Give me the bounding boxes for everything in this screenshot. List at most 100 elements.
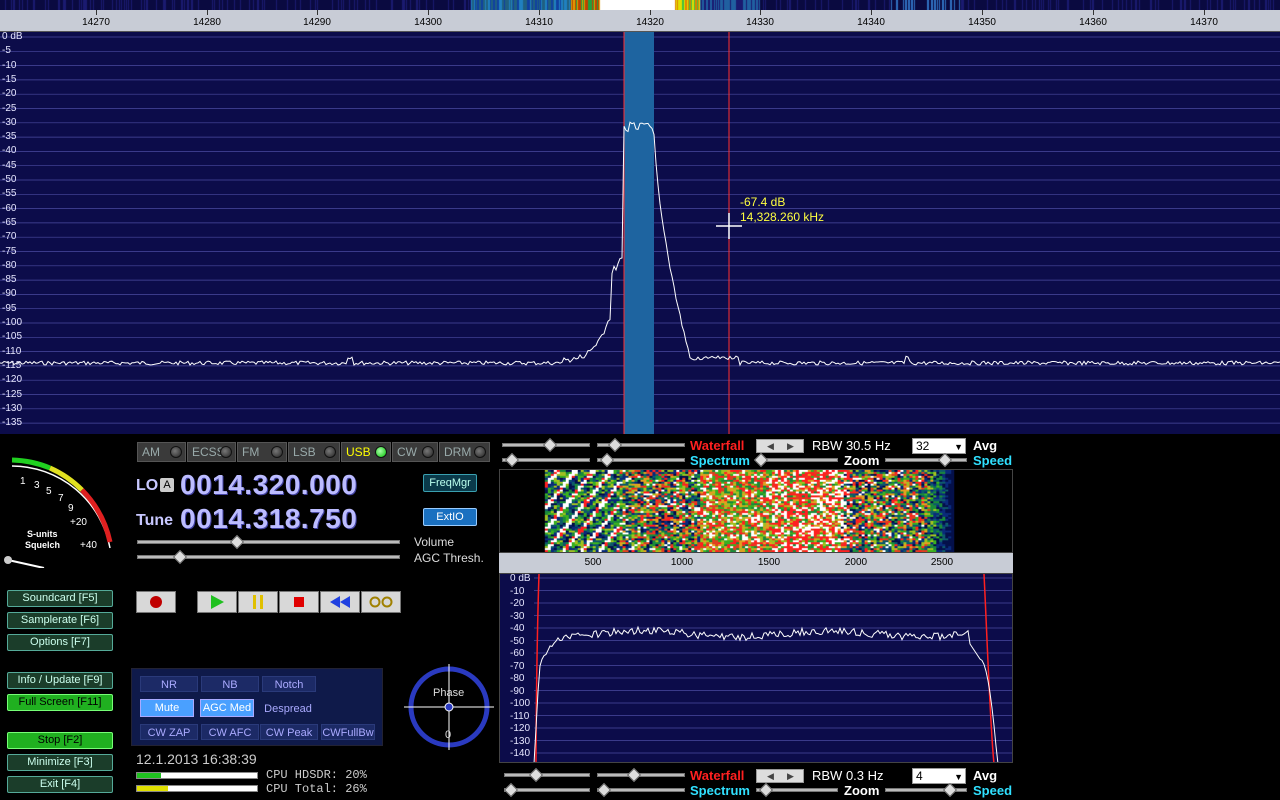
rf-spectrum-display[interactable]: 0 dB -5 -10 -15 -20 -25 -30 -35 -40 -45 -50 -55 -60 -… (0, 32, 1280, 434)
ruler-tick-label: 14320 (636, 17, 664, 28)
s-scale-3: 3 (34, 480, 40, 491)
audio-rbw-arrows[interactable]: ◀ ▶ (756, 769, 804, 783)
rf-speed-slider[interactable] (885, 452, 967, 468)
db-axis-label: -45 (2, 159, 17, 171)
full-screen-button[interactable]: Full Screen [F11] (7, 694, 113, 711)
db-axis-label: -70 (2, 231, 17, 243)
rf-avg-label: Avg (973, 438, 998, 453)
audio-axis-label: 1000 (670, 557, 694, 568)
rf-zoom-slider-left[interactable] (753, 452, 838, 468)
tune-frequency[interactable]: 0014.318.750 (180, 503, 357, 535)
ruler-tick-mark (650, 10, 651, 15)
lo-lock-badge[interactable]: A (160, 478, 174, 492)
rewind-button[interactable] (320, 591, 360, 613)
audio-waterfall-label: Waterfall (690, 768, 745, 783)
lo-label: LO (136, 477, 159, 494)
cw-peak-button[interactable]: CW Peak (260, 724, 318, 740)
db-axis-label: -55 (2, 188, 17, 200)
mode-button-drm[interactable]: DRM (439, 442, 490, 462)
cw-zap-button[interactable]: CW ZAP (140, 724, 198, 740)
audio-avg-select[interactable]: 4 ▼ (912, 768, 966, 784)
mode-button-ecss[interactable]: ECSS (187, 442, 236, 462)
audio-spectrum-contrast-slider[interactable] (503, 782, 590, 798)
audio-spectrum-brightness-slider[interactable] (596, 782, 685, 798)
audio-frequency-axis: 500 1000 1500 2000 2500 (499, 553, 1013, 573)
s-scale-plus40: +40 (80, 540, 97, 551)
audio-waterfall-brightness-slider[interactable] (597, 767, 685, 783)
db-axis-label: -30 (2, 116, 17, 128)
exit-button[interactable]: Exit [F4] (7, 776, 113, 793)
audio-waterfall-contrast-slider[interactable] (504, 767, 590, 783)
agc-threshold-slider[interactable] (137, 549, 400, 565)
audio-waterfall[interactable] (499, 469, 1013, 553)
mode-button-cw[interactable]: CW (392, 442, 438, 462)
ruler-tick-label: 14370 (1190, 17, 1218, 28)
cw-afc-button[interactable]: CW AFC (201, 724, 259, 740)
ruler-tick-label: 14350 (968, 17, 996, 28)
cpu-total-bar (136, 785, 258, 792)
s-scale-plus20: +20 (70, 517, 87, 528)
audio-db-axis-label: -20 (510, 598, 525, 609)
s-scale-7: 7 (58, 493, 64, 504)
squelch-label[interactable]: Squelch (25, 540, 60, 550)
audio-db-axis-label: -50 (510, 635, 525, 647)
mode-label: USB (346, 445, 371, 459)
mode-button-am[interactable]: AM (137, 442, 186, 462)
nr-button[interactable]: NR (140, 676, 198, 692)
rf-spectrum-brightness-slider[interactable] (597, 452, 685, 468)
ruler-tick-mark (428, 10, 429, 15)
frequency-ruler[interactable]: 14270 14280 14290 14300 14310 14320 14330 14340… (0, 0, 1280, 32)
tune-label: Tune (136, 512, 174, 529)
agc-med-button[interactable]: AGC Med (200, 699, 254, 717)
audio-speed-slider[interactable] (885, 782, 967, 798)
db-axis-label: -130 (2, 402, 23, 414)
rf-waterfall-brightness-slider[interactable] (597, 437, 685, 453)
despread-button[interactable]: Despread (259, 700, 317, 716)
audio-db-axis-label: -110 (510, 710, 530, 722)
extio-button[interactable]: ExtIO (423, 508, 477, 526)
mode-led-icon (422, 446, 434, 458)
soundcard-button[interactable]: Soundcard [F5] (7, 590, 113, 607)
cw-fullbw-button[interactable]: CWFullBw (321, 724, 375, 740)
db-axis-label: -85 (2, 274, 17, 286)
ruler-tick-mark (207, 10, 208, 15)
s-meter (4, 457, 113, 568)
cpu-hdsdr-bar (136, 772, 258, 779)
pause-button[interactable] (238, 591, 278, 613)
volume-slider[interactable] (137, 534, 400, 550)
cursor-db-value: -67.4 dB (740, 195, 786, 209)
info-update-button[interactable]: Info / Update [F9] (7, 672, 113, 689)
options-button[interactable]: Options [F7] (7, 634, 113, 651)
notch-button[interactable]: Notch (262, 676, 316, 692)
db-axis-label: -135 (2, 417, 23, 429)
db-axis-label: -125 (2, 388, 23, 400)
stop-playback-button[interactable] (279, 591, 319, 613)
samplerate-button[interactable]: Samplerate [F6] (7, 612, 113, 629)
db-axis-label: -60 (2, 202, 17, 214)
stop-button[interactable]: Stop [F2] (7, 732, 113, 749)
lo-frequency[interactable]: 0014.320.000 (180, 469, 357, 501)
record-button[interactable] (136, 591, 176, 613)
loop-button[interactable] (361, 591, 401, 613)
ruler-tick-label: 14300 (414, 17, 442, 28)
rf-avg-select[interactable]: 32 ▼ (912, 438, 966, 454)
mode-button-fm[interactable]: FM (237, 442, 287, 462)
nb-button[interactable]: NB (201, 676, 259, 692)
rf-waterfall-contrast-slider[interactable] (502, 437, 590, 453)
ruler-tick-label: 14360 (1079, 17, 1107, 28)
minimize-button[interactable]: Minimize [F3] (7, 754, 113, 771)
rf-rbw-arrows[interactable]: ◀ ▶ (756, 439, 804, 453)
passband-filter (624, 32, 654, 434)
db-axis-label: -40 (2, 145, 17, 157)
rf-spectrum-contrast-slider[interactable] (502, 452, 590, 468)
audio-zoom-slider-left[interactable] (756, 782, 838, 798)
audio-db-axis-label: -30 (510, 610, 525, 622)
audio-rbw-label: RBW 0.3 Hz (812, 768, 884, 783)
audio-spectrum-display[interactable]: 0 dB -10 -20 -30 -40 -50 -60 -70 -80 -90 -100 -110-… (499, 573, 1013, 763)
audio-db-axis-label: -90 (510, 685, 525, 697)
freqmgr-button[interactable]: FreqMgr (423, 474, 477, 492)
mode-button-usb[interactable]: USB (341, 442, 391, 462)
mute-button[interactable]: Mute (140, 699, 194, 717)
play-button[interactable] (197, 591, 237, 613)
mode-button-lsb[interactable]: LSB (288, 442, 340, 462)
